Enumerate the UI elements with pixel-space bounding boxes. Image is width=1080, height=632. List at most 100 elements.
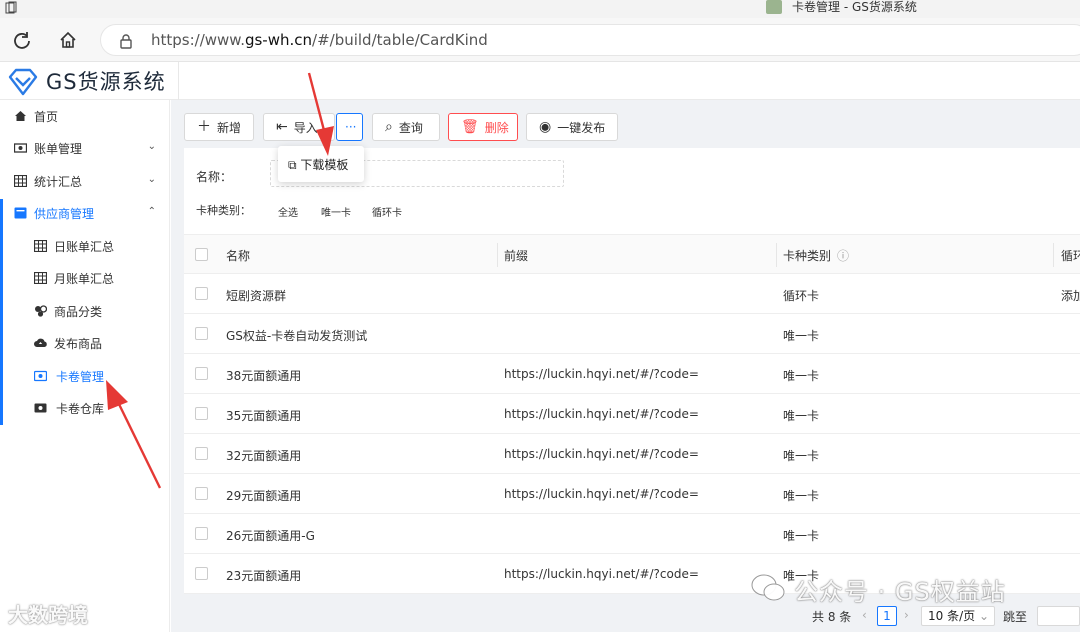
- browser-titlebar: 卡卷管理 - GS货源系统: [0, 0, 1080, 18]
- url-text[interactable]: https://www.gs-wh.cn/#/build/table/CardK…: [151, 31, 488, 49]
- table-header: 名称 前缀 卡种类别 ⓘ 循环: [184, 234, 1080, 274]
- prev-page-icon[interactable]: ‹: [862, 608, 867, 622]
- column-header-cycle[interactable]: 循环: [1061, 247, 1080, 264]
- url-host: gs-wh.cn: [244, 31, 313, 49]
- sidebar: 首页 账单管理 ⌄ 统计汇总 ⌄ 供应商管理 ⌃ 日账单汇总 月账单汇总 商品分…: [0, 100, 170, 632]
- table-row[interactable]: 29元面额通用 https://luckin.hqyi.net/#/?code= 唯…: [184, 474, 1080, 514]
- pagination-jump-label: 跳至: [1003, 610, 1028, 624]
- sidebar-item-label: 账单管理: [34, 142, 83, 156]
- cell-kind: 循环卡: [783, 289, 820, 303]
- cell-name: GS权益-卡卷自动发货测试: [226, 329, 368, 343]
- row-checkbox[interactable]: [195, 527, 208, 540]
- sidebar-item-card-management[interactable]: 卡卷管理: [0, 360, 170, 392]
- target-icon: ◉: [539, 119, 552, 135]
- sidebar-item-supplier[interactable]: 供应商管理 ⌃: [0, 197, 170, 229]
- more-button[interactable]: ···: [336, 113, 363, 141]
- table-row[interactable]: 35元面额通用 https://luckin.hqyi.net/#/?code= 唯…: [184, 394, 1080, 434]
- publish-all-button[interactable]: ◉ 一键发布: [526, 113, 618, 141]
- cloud-upload-icon: [34, 338, 47, 347]
- kind-filter-label: 卡种类别：: [196, 204, 251, 217]
- sidebar-item-monthly-bills[interactable]: 月账单汇总: [0, 262, 170, 294]
- kind-option-all[interactable]: 全选: [278, 204, 298, 219]
- row-checkbox[interactable]: [195, 567, 208, 580]
- wechat-icon: [751, 574, 785, 601]
- import-icon: ⇤: [276, 119, 288, 135]
- column-header-kind[interactable]: 卡种类别: [783, 247, 831, 264]
- sidebar-item-label: 首页: [34, 110, 59, 124]
- kind-option-cycle[interactable]: 循环卡: [372, 204, 402, 219]
- cell-kind: 唯一卡: [783, 329, 820, 343]
- cell-name: 35元面额通用: [226, 409, 302, 423]
- watermark-left: 大数跨境: [8, 603, 88, 627]
- window-icon: [5, 1, 17, 14]
- select-all-checkbox[interactable]: [195, 248, 208, 261]
- delete-button[interactable]: 🗑 删除: [448, 113, 518, 141]
- cell-prefix: https://luckin.hqyi.net/#/?code=: [504, 407, 699, 421]
- column-divider: [1053, 243, 1054, 267]
- table-row[interactable]: 26元面额通用-G 唯一卡: [184, 514, 1080, 554]
- row-checkbox[interactable]: [195, 447, 208, 460]
- sidebar-item-publish-goods[interactable]: 发布商品: [0, 327, 170, 359]
- table-row[interactable]: 38元面额通用 https://luckin.hqyi.net/#/?code= 唯…: [184, 354, 1080, 394]
- tab-title[interactable]: 卡卷管理 - GS货源系统: [792, 0, 917, 14]
- cell-kind: 唯一卡: [783, 369, 820, 383]
- cell-kind: 唯一卡: [783, 529, 820, 543]
- lock-icon[interactable]: [119, 33, 133, 49]
- reload-icon[interactable]: [12, 30, 32, 50]
- sidebar-item-home[interactable]: 首页: [0, 100, 170, 132]
- sidebar-item-stats[interactable]: 统计汇总 ⌄: [0, 165, 170, 197]
- header-divider: [178, 62, 179, 100]
- tab-favicon: [766, 0, 782, 14]
- sidebar-item-daily-bills[interactable]: 日账单汇总: [0, 230, 170, 262]
- address-bar[interactable]: https://www.gs-wh.cn/#/build/table/CardK…: [100, 24, 1080, 56]
- row-checkbox[interactable]: [195, 287, 208, 300]
- cell-name: 38元面额通用: [226, 369, 302, 383]
- cell-cycle: 添加: [1061, 289, 1080, 303]
- more-dropdown-menu: ⧉ 下载模板: [278, 146, 364, 182]
- page-size-select[interactable]: 10 条/页 ⌄: [921, 606, 995, 626]
- add-button[interactable]: ＋新增: [184, 113, 254, 141]
- sidebar-item-label: 日账单汇总: [54, 240, 115, 254]
- row-checkbox[interactable]: [195, 327, 208, 340]
- sidebar-item-category[interactable]: 商品分类: [0, 295, 170, 327]
- grid-icon: [34, 240, 47, 252]
- help-icon[interactable]: ⓘ: [837, 247, 849, 264]
- watermark-right: 公众号 · GS权益站: [794, 578, 1006, 606]
- sidebar-item-bills[interactable]: 账单管理 ⌄: [0, 132, 170, 164]
- query-button[interactable]: ⌕ 查询: [372, 113, 440, 141]
- column-header-prefix[interactable]: 前缀: [504, 247, 528, 264]
- column-header-name[interactable]: 名称: [226, 247, 250, 264]
- sidebar-item-label: 供应商管理: [34, 207, 95, 221]
- cell-name: 29元面额通用: [226, 489, 302, 503]
- home-icon[interactable]: [58, 30, 78, 50]
- sidebar-item-label: 卡卷管理: [56, 370, 105, 384]
- screenshot-root: 卡卷管理 - GS货源系统 https://www.gs-wh.cn/#/bui…: [0, 0, 1080, 632]
- row-checkbox[interactable]: [195, 367, 208, 380]
- pagination-total: 共 8 条: [812, 610, 852, 624]
- row-checkbox[interactable]: [195, 407, 208, 420]
- table-row[interactable]: 短剧资源群 循环卡 添加: [184, 274, 1080, 314]
- download-icon: ⧉: [288, 158, 297, 172]
- search-icon: ⌕: [385, 119, 393, 135]
- sidebar-item-card-warehouse[interactable]: 卡卷仓库: [0, 392, 170, 424]
- kind-option-unique[interactable]: 唯一卡: [321, 204, 351, 219]
- name-filter-label: 名称：: [196, 170, 233, 184]
- row-checkbox[interactable]: [195, 487, 208, 500]
- table-row[interactable]: 32元面额通用 https://luckin.hqyi.net/#/?code= 唯…: [184, 434, 1080, 474]
- chevron-down-icon: ⌄: [978, 609, 990, 623]
- pagination-current-page[interactable]: 1: [877, 606, 897, 626]
- chevron-down-icon: ⌄: [147, 174, 156, 185]
- pagination-jump-input[interactable]: [1037, 606, 1080, 626]
- cell-kind: 唯一卡: [783, 489, 820, 503]
- cell-prefix: https://luckin.hqyi.net/#/?code=: [504, 567, 699, 581]
- cell-name: 32元面额通用: [226, 449, 302, 463]
- import-button[interactable]: ⇤ 导入: [263, 113, 335, 141]
- active-group-indicator: [0, 199, 3, 425]
- next-page-icon[interactable]: ›: [904, 608, 909, 622]
- table-row[interactable]: GS权益-卡卷自动发货测试 唯一卡: [184, 314, 1080, 354]
- card-icon: [34, 370, 47, 382]
- app-header: GS货源系统: [0, 62, 1080, 100]
- download-template-menu-item[interactable]: ⧉ 下载模板: [288, 156, 348, 173]
- sidebar-item-label: 卡卷仓库: [56, 402, 105, 416]
- trash-icon: 🗑: [461, 119, 479, 135]
